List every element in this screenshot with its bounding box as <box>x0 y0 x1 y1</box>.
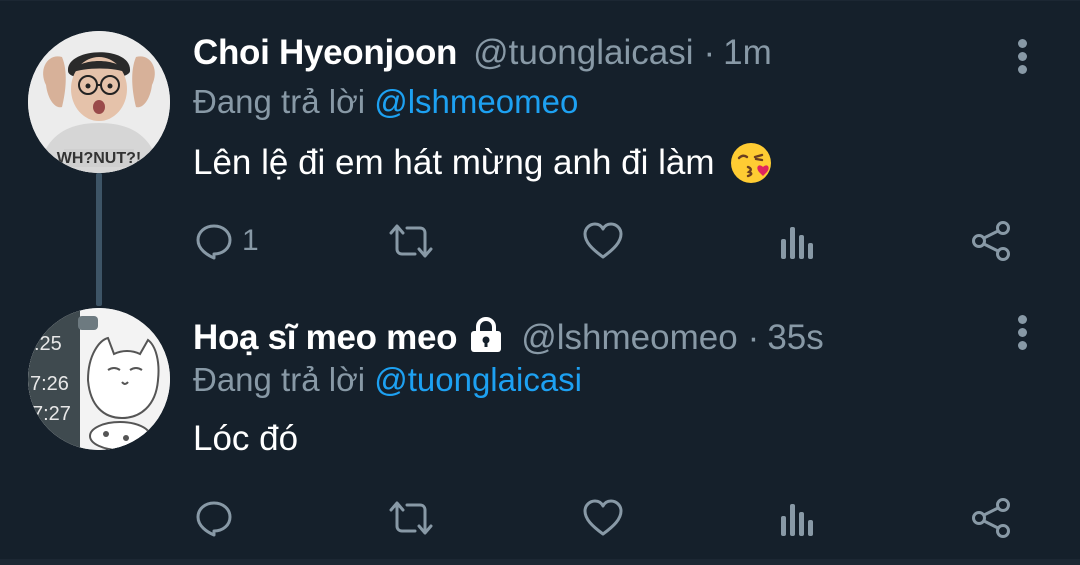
avatar[interactable]: WH?NUT?! <box>28 31 170 173</box>
retweet-button[interactable] <box>387 496 435 540</box>
tweet-header: Choi Hyeonjoon @tuonglaicasi · 1m <box>193 33 772 73</box>
tweet-text-content: Lên lệ đi em hát mừng anh đi làm <box>193 143 715 182</box>
reply-button[interactable]: 1 <box>194 219 259 263</box>
tweet-actions: 1 <box>0 219 1080 263</box>
separator-dot: · <box>747 318 760 357</box>
cat-drawing-avatar: :25 7:26 7:27 <box>28 308 170 450</box>
user-avatar-photo: WH?NUT?! <box>28 31 170 173</box>
svg-text:7:27: 7:27 <box>32 403 71 425</box>
face-throwing-kiss-icon <box>729 141 773 185</box>
tweet-choi-hyeonjoon[interactable]: WH?NUT?! Choi Hyeonjoon @tuonglaicasi · … <box>0 1 1080 306</box>
reply-count: 1 <box>242 224 259 257</box>
more-vertical-icon[interactable] <box>1014 315 1030 351</box>
avatar[interactable]: :25 7:26 7:27 <box>28 308 170 450</box>
heart-icon <box>583 222 623 259</box>
reply-button[interactable] <box>194 496 234 540</box>
replying-mention-link[interactable]: @tuonglaicasi <box>374 361 582 398</box>
replying-to-line: Đang trả lời @tuonglaicasi <box>193 361 582 399</box>
replying-to-line: Đang trả lời @lshmeomeo <box>193 83 578 121</box>
svg-text:7:26: 7:26 <box>30 373 69 395</box>
share-button[interactable] <box>970 219 1012 263</box>
tweet-text-content: Lóc đó <box>193 419 299 458</box>
heart-icon <box>583 499 623 536</box>
replying-mention-link[interactable]: @lshmeomeo <box>374 83 578 120</box>
user-handle[interactable]: @lshmeomeo <box>521 318 737 358</box>
replying-prefix: Đang trả lời <box>193 361 375 398</box>
user-handle[interactable]: @tuonglaicasi <box>473 33 693 73</box>
reply-icon <box>196 501 232 537</box>
lock-icon <box>467 316 505 353</box>
tweet-text: Lên lệ đi em hát mừng anh đi làm <box>193 141 773 185</box>
display-name[interactable]: Choi Hyeonjoon <box>193 33 457 73</box>
display-name[interactable]: Hoạ sĩ meo meo <box>193 318 458 358</box>
share-icon <box>972 221 1010 261</box>
tweet-actions <box>0 496 1080 540</box>
replying-prefix: Đang trả lời <box>193 83 375 120</box>
tweet-header: Hoạ sĩ meo meo @lshmeomeo · 35s <box>193 313 824 358</box>
analytics-icon <box>781 227 813 259</box>
retweet-icon <box>389 501 433 535</box>
bottom-divider <box>0 559 1080 565</box>
tweet-text: Lóc đó <box>193 419 298 459</box>
share-icon <box>972 498 1010 538</box>
tweet-hoa-si-meo-meo[interactable]: :25 7:26 7:27 Hoạ sĩ meo meo @lshmeomeo … <box>0 283 1080 565</box>
analytics-icon <box>781 504 813 536</box>
svg-text:WH?NUT?!: WH?NUT?! <box>57 150 141 167</box>
share-button[interactable] <box>970 496 1012 540</box>
analytics-button[interactable] <box>779 496 815 540</box>
like-button[interactable] <box>582 219 624 263</box>
retweet-icon <box>389 224 433 258</box>
reply-icon <box>196 224 232 260</box>
svg-text::25: :25 <box>34 333 62 355</box>
separator-dot: · <box>703 33 716 72</box>
analytics-button[interactable] <box>779 219 815 263</box>
like-button[interactable] <box>582 496 624 540</box>
reply-thread: WH?NUT?! Choi Hyeonjoon @tuonglaicasi · … <box>0 0 1080 565</box>
more-vertical-icon[interactable] <box>1014 39 1030 75</box>
retweet-button[interactable] <box>387 219 435 263</box>
timestamp[interactable]: 35s <box>767 318 823 358</box>
timestamp[interactable]: 1m <box>723 33 772 73</box>
